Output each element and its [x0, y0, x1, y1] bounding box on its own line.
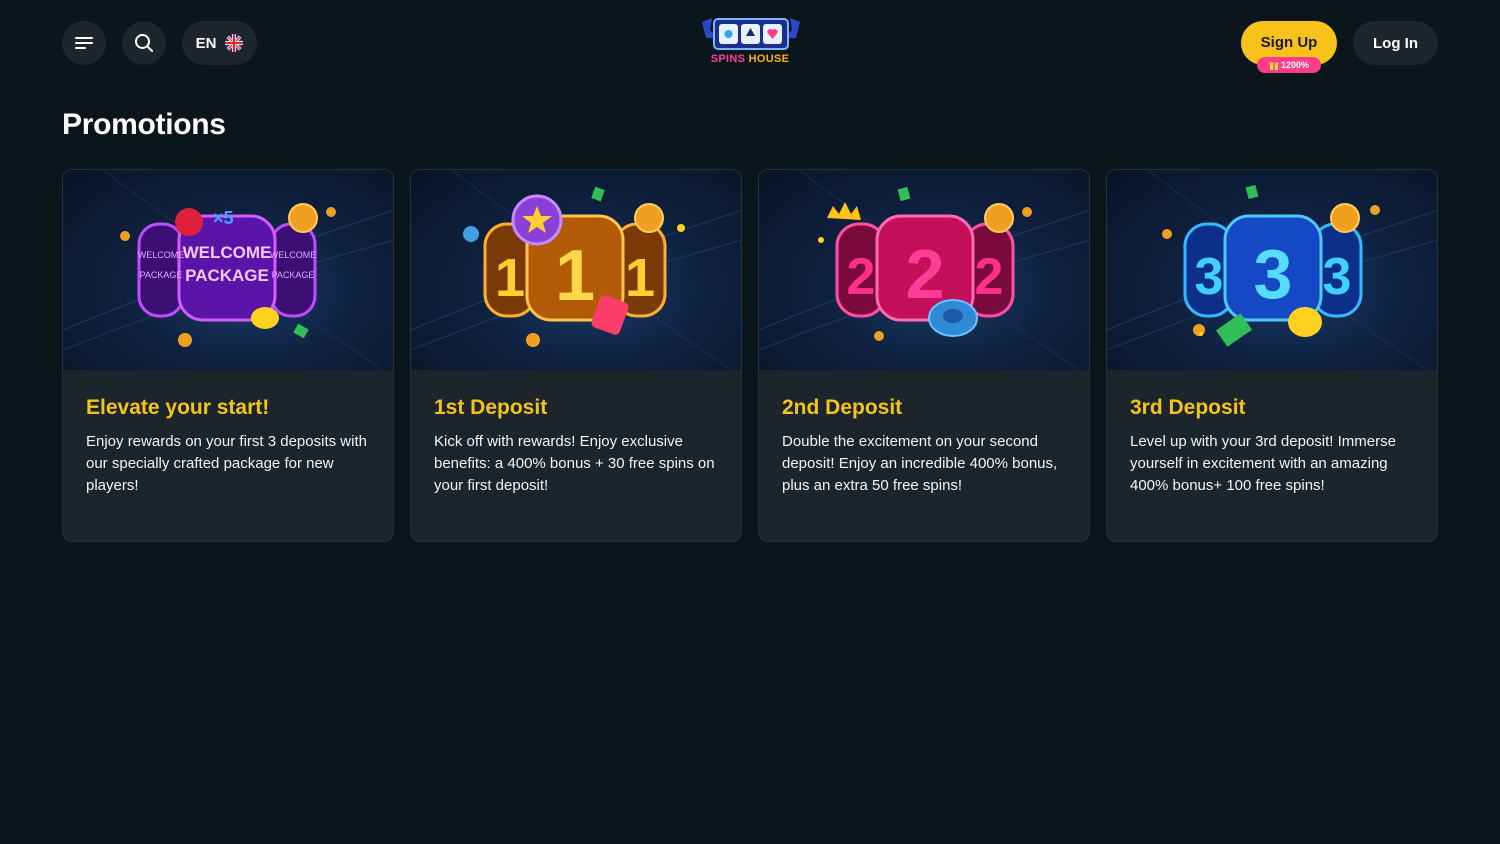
promotion-image: 2 2 2 [759, 170, 1089, 370]
svg-text:PACKAGE: PACKAGE [272, 270, 315, 280]
promotion-description: Kick off with rewards! Enjoy exclusive b… [434, 433, 715, 494]
svg-text:WELCOME: WELCOME [270, 250, 317, 260]
language-code: EN [195, 34, 217, 52]
svg-text:1: 1 [625, 248, 655, 308]
svg-text:2: 2 [906, 235, 945, 313]
svg-text:1: 1 [555, 236, 595, 316]
promotion-description: Level up with your 3rd deposit! Immerse … [1130, 433, 1396, 494]
signup-bonus-badge: 1200% [1257, 57, 1321, 73]
promotion-description: Double the excitement on your second dep… [782, 433, 1058, 494]
promotion-title: 2nd Deposit [782, 396, 903, 419]
svg-text:3: 3 [1254, 235, 1293, 313]
promotion-title: 1st Deposit [434, 396, 548, 419]
log-in-button[interactable]: Log In [1353, 21, 1438, 65]
svg-text:3: 3 [1195, 248, 1224, 306]
svg-text:2: 2 [847, 248, 876, 306]
promotion-card-welcome[interactable]: WELCOME PACKAGE WELCOME PACKAGE WELCOME … [62, 169, 394, 542]
uk-flag-icon [225, 34, 244, 52]
promotion-title: Elevate your start! [86, 396, 270, 419]
svg-text:PACKAGE: PACKAGE [140, 270, 183, 280]
language-selector[interactable]: EN [182, 21, 257, 65]
svg-text:×5: ×5 [213, 208, 234, 228]
search-icon [135, 34, 153, 52]
svg-text:2: 2 [975, 248, 1004, 306]
promotion-image: 1 1 1 [411, 170, 741, 370]
search-button[interactable] [122, 21, 166, 65]
signup-bonus-text: 1200% [1280, 60, 1310, 70]
svg-text:WELCOME: WELCOME [138, 250, 185, 260]
menu-button[interactable] [62, 21, 106, 65]
gift-icon [1269, 62, 1279, 70]
promotion-description: Enjoy rewards on your first 3 deposits w… [86, 433, 367, 494]
svg-text:1: 1 [495, 248, 525, 308]
svg-text:WELCOME: WELCOME [183, 243, 272, 262]
promotions-grid: WELCOME PACKAGE WELCOME PACKAGE WELCOME … [62, 169, 1438, 542]
page-title: Promotions [62, 108, 226, 141]
site-header: EN SPINS HOUSE Sign Up 1200% Log In [0, 0, 1500, 86]
promotion-card-2nd-deposit[interactable]: 2 2 2 2nd Deposit Double the excitement … [758, 169, 1090, 542]
site-logo[interactable]: SPINS HOUSE [700, 16, 802, 70]
hamburger-menu-icon [75, 37, 93, 49]
promotion-card-3rd-deposit[interactable]: 3 3 3 3rd Deposit Level up with your 3rd… [1106, 169, 1438, 542]
promotion-image: WELCOME PACKAGE WELCOME PACKAGE WELCOME … [63, 170, 393, 370]
promotion-title: 3rd Deposit [1130, 396, 1246, 419]
svg-text:3: 3 [1323, 248, 1352, 306]
svg-text:PACKAGE: PACKAGE [185, 266, 269, 285]
slot-machine-logo-icon [702, 18, 800, 50]
logo-wordmark: SPINS HOUSE [710, 53, 790, 65]
promotion-card-1st-deposit[interactable]: 1 1 1 1st Deposit Kick off with rewards!… [410, 169, 742, 542]
promotion-image: 3 3 3 [1107, 170, 1437, 370]
